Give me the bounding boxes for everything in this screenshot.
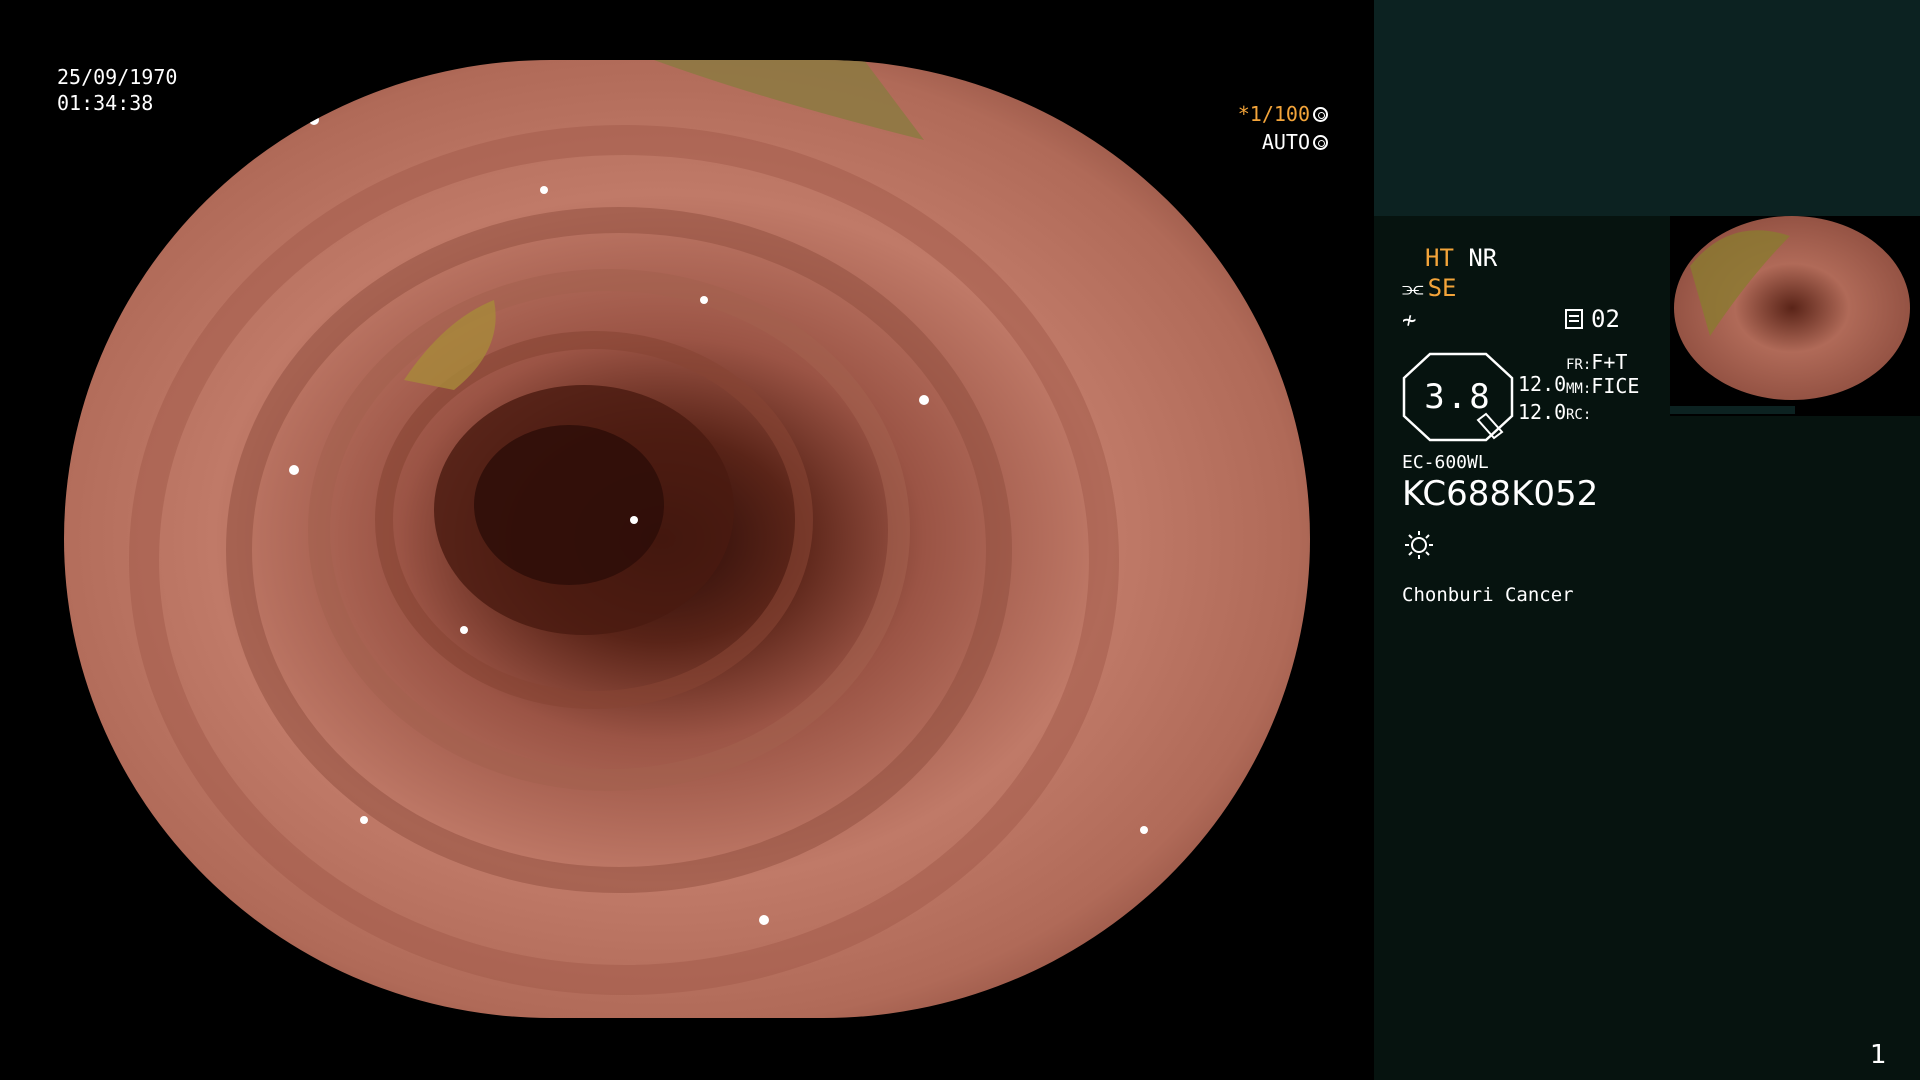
shutter-speed-label: *1/100 [1237, 102, 1310, 126]
zoom-value: 3.8 [1424, 377, 1492, 417]
ht-label: HT [1425, 244, 1454, 272]
endoscopic-image [64, 60, 1310, 1018]
distance-bottom: 12.0 [1518, 400, 1567, 424]
shutter-icon [1313, 106, 1328, 122]
waveform-icon: ≁ [1402, 306, 1417, 334]
side-panel: HT NR ⫘ SE ≁ 02 3.8 12.0 12.0 FR:F+T MM:… [1374, 0, 1920, 1080]
capture-count: 02 [1591, 305, 1620, 333]
capture-icon [1565, 309, 1583, 329]
se-label: SE [1427, 274, 1457, 302]
scissors-icon: ⫘ [1402, 274, 1424, 302]
endoscope-video-area: 25/09/1970 01:34:38 *1/100 AUTO [0, 0, 1374, 1080]
light-icon [1405, 531, 1433, 559]
distance-top: 12.0 [1518, 372, 1567, 396]
fr-value: F+T [1591, 350, 1628, 374]
fr-label: FR: [1566, 357, 1592, 373]
mm-value: FICE [1591, 374, 1640, 398]
time-label: 01:34:38 [57, 91, 154, 115]
exposure-status: *1/100 AUTO [1238, 100, 1328, 156]
date-label: 25/09/1970 [57, 65, 178, 89]
timestamp: 25/09/1970 01:34:38 [57, 64, 177, 116]
iris-mode-label: AUTO [1261, 130, 1310, 154]
page-number: 1 [1870, 1040, 1887, 1070]
mm-label: MM: [1566, 381, 1592, 397]
se-status: ⫘ SE [1402, 274, 1457, 302]
hospital-name: Chonburi Cancer [1402, 584, 1574, 606]
fr-setting: FR:F+T [1566, 350, 1627, 374]
capture-counter: 02 [1565, 305, 1620, 333]
scope-serial: KC688K052 [1402, 474, 1599, 514]
rc-setting: RC: [1566, 400, 1591, 424]
scope-model: EC-600WL [1402, 452, 1489, 473]
panel-header [1374, 0, 1920, 216]
mm-setting: MM:FICE [1566, 374, 1639, 398]
thumbnail-preview[interactable] [1670, 216, 1920, 416]
iris-icon [1313, 134, 1328, 150]
rc-label: RC: [1566, 407, 1592, 423]
ht-nr-status: HT NR [1425, 244, 1497, 272]
nr-label: NR [1468, 244, 1498, 272]
